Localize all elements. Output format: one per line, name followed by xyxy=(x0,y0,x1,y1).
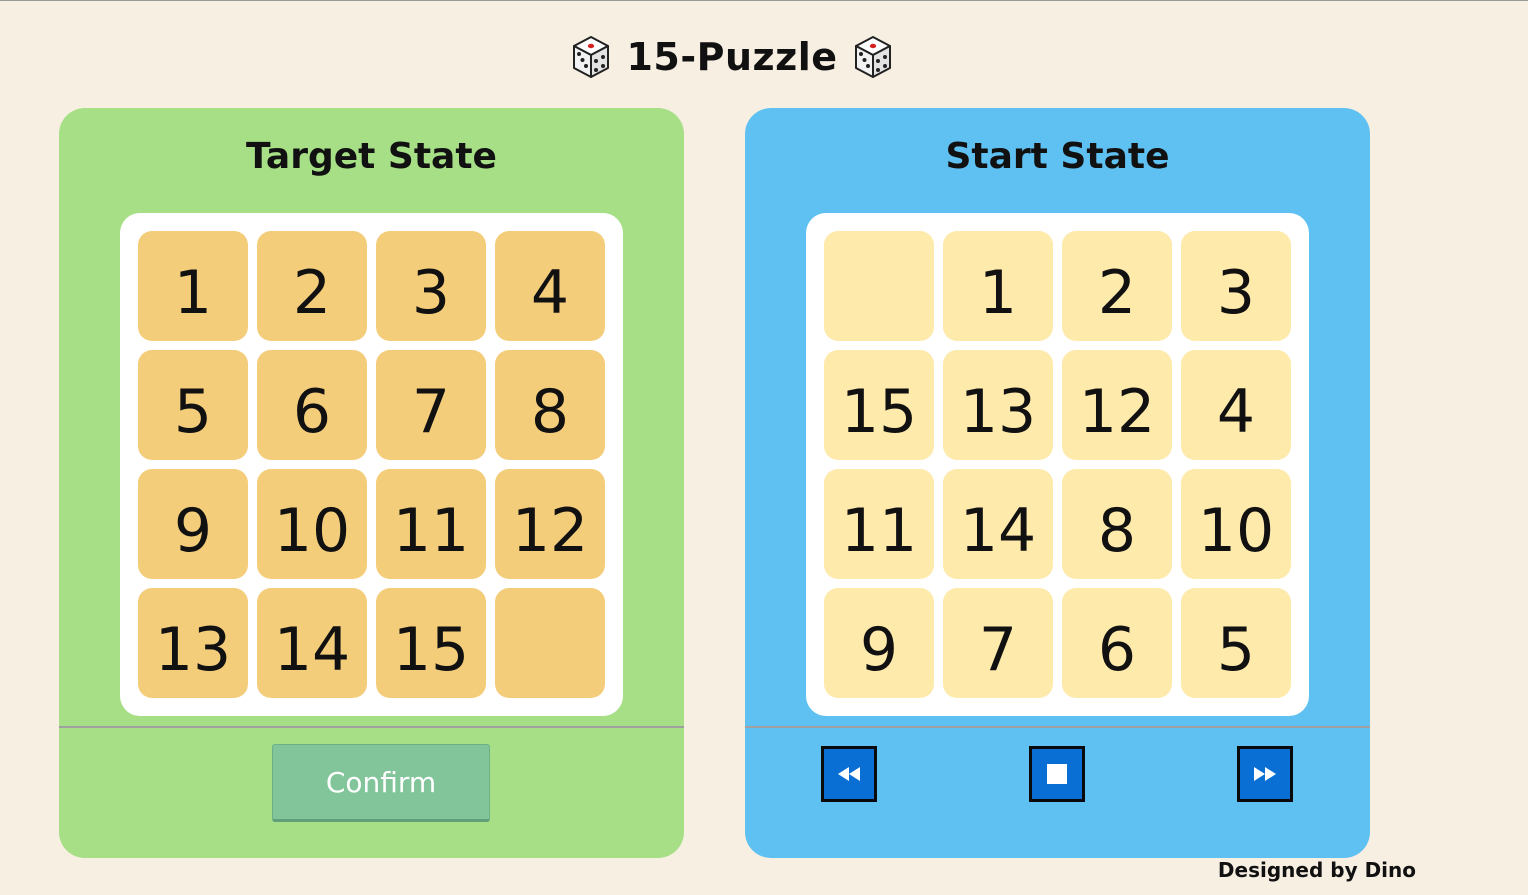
target-tile[interactable]: 11 xyxy=(376,469,486,579)
rewind-icon xyxy=(838,767,860,781)
fast-forward-button[interactable] xyxy=(1237,746,1293,802)
start-tile[interactable]: 1 xyxy=(943,231,1053,341)
target-tile[interactable]: 7 xyxy=(376,350,486,460)
target-state-panel: Target State 1 2 3 4 5 6 7 8 9 10 11 12 … xyxy=(59,108,684,858)
page-header: 15-Puzzle xyxy=(0,30,1464,84)
stop-button[interactable] xyxy=(1029,746,1085,802)
panel-divider xyxy=(59,726,684,728)
stop-icon xyxy=(1047,764,1067,784)
start-tile-empty[interactable] xyxy=(824,231,934,341)
target-tile[interactable]: 10 xyxy=(257,469,367,579)
start-board: 1 2 3 15 13 12 4 11 14 8 10 9 7 6 5 xyxy=(806,213,1309,716)
start-tile[interactable]: 7 xyxy=(943,588,1053,698)
target-state-title: Target State xyxy=(246,136,497,177)
start-tile[interactable]: 11 xyxy=(824,469,934,579)
rewind-button[interactable] xyxy=(821,746,877,802)
target-tile-empty[interactable] xyxy=(495,588,605,698)
target-tile[interactable]: 12 xyxy=(495,469,605,579)
target-tile[interactable]: 5 xyxy=(138,350,248,460)
start-state-panel: Start State 1 2 3 15 13 12 4 11 14 8 10 … xyxy=(745,108,1370,858)
fast-forward-icon xyxy=(1254,767,1276,781)
target-tile[interactable]: 13 xyxy=(138,588,248,698)
start-tile[interactable]: 14 xyxy=(943,469,1053,579)
target-tile[interactable]: 3 xyxy=(376,231,486,341)
target-tile[interactable]: 15 xyxy=(376,588,486,698)
start-tile[interactable]: 4 xyxy=(1181,350,1291,460)
target-tile[interactable]: 8 xyxy=(495,350,605,460)
target-tile[interactable]: 9 xyxy=(138,469,248,579)
panel-divider xyxy=(745,726,1370,728)
start-tile[interactable]: 5 xyxy=(1181,588,1291,698)
start-tile[interactable]: 3 xyxy=(1181,231,1291,341)
target-tile[interactable]: 4 xyxy=(495,231,605,341)
top-divider xyxy=(0,0,1528,1)
dice-icon xyxy=(854,36,891,78)
start-tile[interactable]: 9 xyxy=(824,588,934,698)
target-tile[interactable]: 14 xyxy=(257,588,367,698)
target-board: 1 2 3 4 5 6 7 8 9 10 11 12 13 14 15 xyxy=(120,213,623,716)
page-title: 15-Puzzle xyxy=(626,35,838,79)
start-tile[interactable]: 12 xyxy=(1062,350,1172,460)
start-tile[interactable]: 15 xyxy=(824,350,934,460)
start-tile[interactable]: 6 xyxy=(1062,588,1172,698)
start-tile[interactable]: 8 xyxy=(1062,469,1172,579)
dice-icon xyxy=(573,36,610,78)
start-tile[interactable]: 10 xyxy=(1181,469,1291,579)
target-tile[interactable]: 6 xyxy=(257,350,367,460)
start-tile[interactable]: 2 xyxy=(1062,231,1172,341)
confirm-button[interactable]: Confirm xyxy=(272,744,490,822)
designer-credit: Designed by Dino xyxy=(1217,858,1416,882)
start-tile[interactable]: 13 xyxy=(943,350,1053,460)
target-tile[interactable]: 1 xyxy=(138,231,248,341)
start-state-title: Start State xyxy=(945,136,1170,177)
target-tile[interactable]: 2 xyxy=(257,231,367,341)
